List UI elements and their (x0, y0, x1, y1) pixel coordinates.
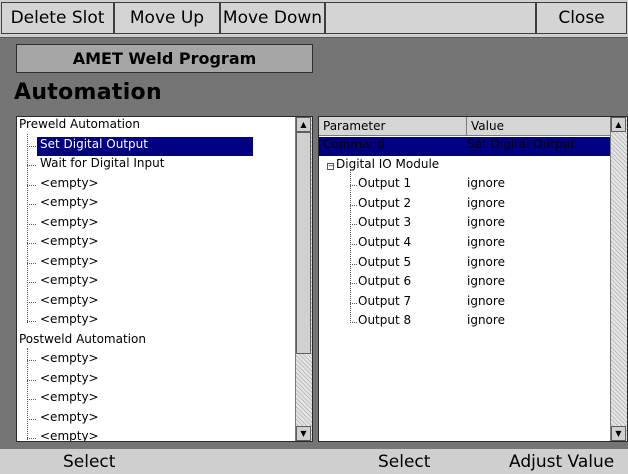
tree-connector (350, 185, 357, 187)
param-value: ignore (467, 195, 505, 210)
program-title: AMET Weld Program (16, 44, 313, 73)
tree-connector (27, 223, 36, 225)
param-value: ignore (467, 254, 505, 269)
tree-connector (27, 301, 36, 303)
tree-group-postweld[interactable]: Postweld Automation (19, 332, 146, 351)
param-label: Output 2 (358, 195, 412, 210)
tree-item-postweld[interactable]: <empty> (37, 351, 102, 370)
param-label: Output 8 (358, 313, 412, 328)
tree-item-preweld[interactable]: <empty> (37, 312, 102, 331)
tree-item-preweld[interactable]: <empty> (37, 234, 102, 253)
adjust-value-softkey[interactable]: Adjust Value (509, 452, 614, 472)
tree-connector (27, 262, 36, 264)
tree-scrollbar[interactable]: ▲ ▼ (295, 117, 312, 441)
param-label: Output 5 (358, 254, 412, 269)
param-value: ignore (467, 235, 505, 249)
tree-group-preweld[interactable]: Preweld Automation (19, 117, 140, 136)
scroll-up-icon[interactable]: ▲ (611, 117, 626, 132)
tree-connector (27, 282, 36, 283)
move-up-button[interactable]: Move Up (114, 2, 220, 34)
tree-connector (27, 321, 36, 322)
param-label: Output 1 (358, 176, 412, 191)
tree-item-postweld[interactable]: <empty> (37, 429, 102, 441)
select-right-softkey[interactable]: Select (378, 452, 430, 472)
tree-connector (350, 244, 357, 245)
param-value: ignore (467, 274, 505, 289)
page-title: Automation (14, 80, 162, 105)
automation-tree[interactable]: Preweld Automation Set Digital Output Wait… (16, 116, 313, 442)
scroll-down-icon[interactable]: ▼ (296, 426, 311, 441)
delete-slot-button[interactable]: Delete Slot (1, 2, 114, 34)
param-row-module[interactable]: − Digital IO Module (319, 157, 613, 176)
tree-connector (350, 224, 357, 226)
param-label: Command (323, 137, 385, 151)
tree-connector (27, 360, 36, 361)
param-row-output[interactable]: Output 8 ignore (319, 313, 613, 332)
param-row-output[interactable]: Output 5 ignore (319, 255, 613, 274)
param-row-output[interactable]: Output 6 ignore (319, 274, 613, 293)
close-button[interactable]: Close (536, 2, 627, 34)
tree-connector (27, 184, 36, 186)
tree-connector (27, 133, 28, 323)
parameter-table[interactable]: Parameter Value Command Set Digital Outpu… (318, 116, 628, 442)
toolbar: Delete Slot Move Up Move Down Close (0, 0, 628, 38)
scroll-thumb[interactable] (296, 132, 311, 354)
softkey-bar: Select Select Adjust Value (0, 449, 628, 474)
tree-item-preweld[interactable]: <empty> (37, 176, 102, 195)
tree-connector (27, 399, 36, 400)
tree-item-preweld[interactable]: Wait for Digital Input (37, 156, 167, 175)
param-value: ignore (467, 293, 505, 308)
param-scrollbar[interactable]: ▲ ▼ (610, 117, 627, 441)
tree-connector (27, 418, 36, 420)
tree-connector (27, 243, 36, 244)
param-label: Output 7 (358, 293, 412, 308)
scroll-up-icon[interactable]: ▲ (296, 117, 311, 132)
tree-connector (350, 283, 357, 285)
collapse-icon[interactable]: − (327, 162, 334, 170)
tree-connector (27, 379, 36, 381)
param-row-output[interactable]: Output 7 ignore (319, 294, 613, 313)
param-row-command[interactable]: Command Set Digital Output (319, 137, 613, 156)
param-row-output[interactable]: Output 1 ignore (319, 176, 613, 195)
move-down-button[interactable]: Move Down (220, 2, 325, 34)
tree-connector (27, 204, 36, 205)
param-row-output[interactable]: Output 2 ignore (319, 196, 613, 215)
tree-connector (350, 263, 357, 265)
tree-connector (350, 204, 357, 206)
tree-item-preweld[interactable]: <empty> (37, 195, 102, 214)
param-value: ignore (467, 313, 505, 328)
tree-connector (27, 348, 28, 441)
param-label: Digital IO Module (336, 156, 440, 171)
param-label: Output 4 (358, 235, 412, 249)
tree-connector (27, 438, 36, 439)
tree-connector (350, 322, 357, 324)
tree-item-postweld[interactable]: <empty> (37, 410, 102, 429)
tree-item-preweld[interactable]: <empty> (37, 215, 102, 234)
param-label: Output 6 (358, 274, 412, 289)
tree-item-postweld[interactable]: <empty> (37, 390, 102, 409)
tree-item-postweld[interactable]: <empty> (37, 371, 102, 390)
scroll-down-icon[interactable]: ▼ (611, 426, 626, 441)
param-value: ignore (467, 176, 505, 191)
select-left-softkey[interactable]: Select (63, 452, 115, 472)
tree-item-preweld[interactable]: <empty> (37, 254, 102, 273)
param-value: ignore (467, 215, 505, 230)
tree-connector (350, 302, 357, 304)
tree-item-preweld[interactable]: <empty> (37, 273, 102, 292)
tree-item-preweld[interactable]: Set Digital Output (37, 136, 253, 156)
param-value: Set Digital Output (467, 137, 575, 151)
param-row-output[interactable]: Output 4 ignore (319, 235, 613, 254)
tree-connector (350, 170, 351, 323)
tree-item-preweld[interactable]: <empty> (37, 293, 102, 312)
column-header-parameter[interactable]: Parameter (319, 117, 467, 136)
param-label: Output 3 (358, 215, 412, 230)
tree-connector (27, 145, 36, 147)
column-header-value[interactable]: Value (467, 117, 613, 136)
param-row-output[interactable]: Output 3 ignore (319, 215, 613, 234)
tree-connector (27, 165, 36, 166)
toolbar-spacer (325, 2, 536, 34)
